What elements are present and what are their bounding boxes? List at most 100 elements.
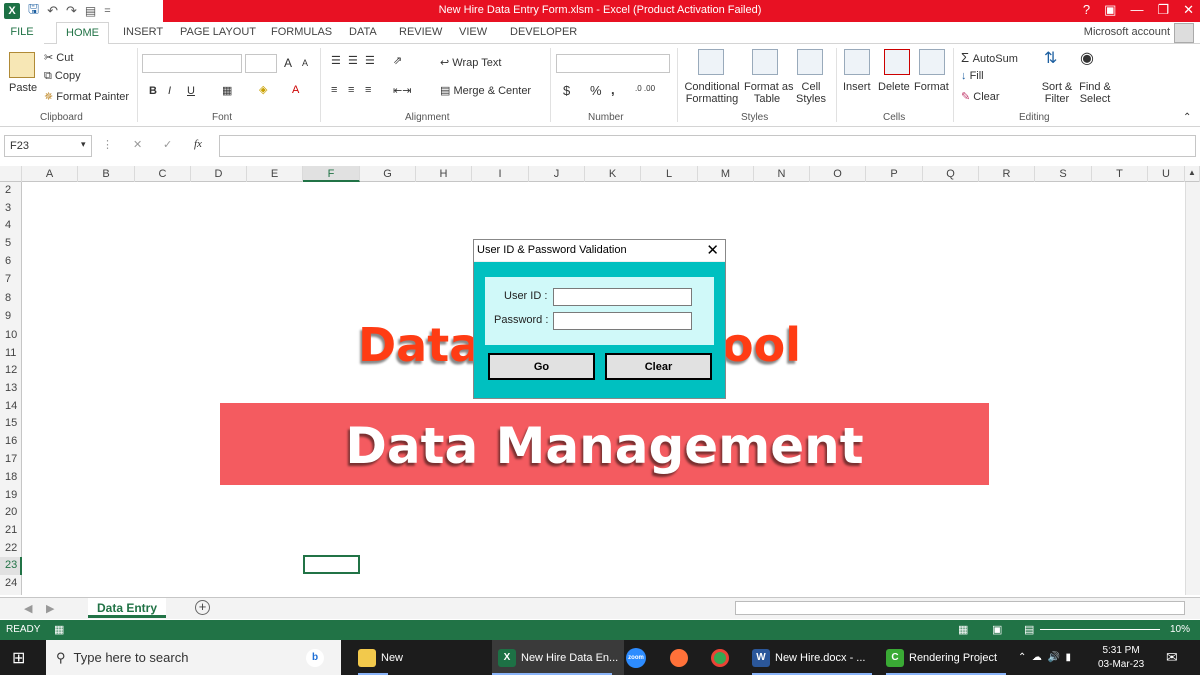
row-header[interactable]: 2 <box>0 184 22 196</box>
comma-button[interactable]: , <box>611 82 615 97</box>
row-header[interactable]: 10 <box>0 329 22 341</box>
prev-sheet-icon[interactable]: ◀ <box>24 602 32 615</box>
page-layout-view-icon[interactable]: ▣ <box>992 623 1002 636</box>
number-format-combo[interactable] <box>556 54 670 73</box>
clock[interactable]: 5:31 PM 03-Mar-23 <box>1098 640 1144 675</box>
row-header[interactable]: 8 <box>0 292 22 304</box>
autosum-button[interactable]: Σ AutoSum <box>961 50 1018 65</box>
column-header[interactable]: D <box>191 166 247 182</box>
tab-insert[interactable]: INSERT <box>123 26 163 38</box>
row-header[interactable]: 13 <box>0 382 22 394</box>
next-sheet-icon[interactable]: ▶ <box>46 602 54 615</box>
column-header[interactable]: E <box>247 166 303 182</box>
tab-developer[interactable]: DEVELOPER <box>510 26 577 38</box>
column-header[interactable]: N <box>754 166 810 182</box>
column-header[interactable]: J <box>529 166 585 182</box>
shrink-font-button[interactable]: A <box>302 58 308 68</box>
column-header[interactable]: U <box>1148 166 1185 182</box>
column-header[interactable]: R <box>979 166 1035 182</box>
windows-start-icon[interactable]: ⊞ <box>12 640 25 675</box>
row-header[interactable]: 16 <box>0 435 22 447</box>
align-top-icon[interactable]: ☰ <box>331 54 341 67</box>
format-painter-button[interactable]: ✵ Format Painter <box>44 90 129 103</box>
row-header[interactable]: 20 <box>0 506 22 518</box>
row-header[interactable]: 22 <box>0 542 22 554</box>
zoom-slider[interactable] <box>1040 629 1160 630</box>
row-header[interactable]: 15 <box>0 417 22 429</box>
scroll-up-icon[interactable]: ▲ <box>1185 166 1200 182</box>
go-button[interactable]: Go <box>488 353 595 380</box>
collapse-ribbon-icon[interactable]: ⌃ <box>1183 112 1191 123</box>
tab-page-layout[interactable]: PAGE LAYOUT <box>180 26 256 38</box>
bing-icon[interactable]: b <box>306 640 329 675</box>
fill-color-icon[interactable]: ◈ <box>259 83 267 96</box>
clear-dialog-button[interactable]: Clear <box>605 353 712 380</box>
align-right-icon[interactable]: ≡ <box>365 84 371 96</box>
row-header[interactable]: 21 <box>0 524 22 536</box>
avatar[interactable] <box>1174 23 1194 43</box>
chrome-icon[interactable] <box>711 640 734 675</box>
cell-styles-button[interactable]: Cell Styles <box>793 81 829 105</box>
wrap-text-button[interactable]: ↩ Wrap Text <box>440 56 501 69</box>
column-header[interactable]: O <box>810 166 866 182</box>
fill-button[interactable]: ↓ Fill <box>961 70 984 82</box>
find-select-button[interactable]: Find & Select <box>1076 81 1114 105</box>
tab-review[interactable]: REVIEW <box>399 26 442 38</box>
row-header[interactable]: 12 <box>0 364 22 376</box>
column-header[interactable]: L <box>641 166 698 182</box>
indent-icon[interactable]: ⇤⇥ <box>393 84 411 97</box>
column-header[interactable]: G <box>360 166 416 182</box>
user-id-input[interactable] <box>553 288 692 306</box>
font-color-button[interactable]: A <box>292 84 299 96</box>
column-header[interactable]: Q <box>923 166 979 182</box>
macro-record-icon[interactable]: ▦ <box>54 623 64 636</box>
align-middle-icon[interactable]: ☰ <box>348 54 358 67</box>
copy-button[interactable]: ⧉ Copy <box>44 70 81 83</box>
percent-button[interactable]: % <box>590 83 602 98</box>
taskbar-app-new[interactable]: New <box>358 640 403 675</box>
column-header[interactable]: H <box>416 166 472 182</box>
selected-cell[interactable] <box>303 555 360 574</box>
cancel-icon[interactable]: ✕ <box>133 138 142 151</box>
tab-view[interactable]: VIEW <box>459 26 487 38</box>
bold-button[interactable]: B <box>149 85 157 97</box>
align-center-icon[interactable]: ≡ <box>348 84 354 96</box>
add-sheet-icon[interactable]: + <box>195 600 210 615</box>
row-header[interactable]: 5 <box>0 237 22 249</box>
cut-button[interactable]: ✂ Cut <box>44 51 73 64</box>
borders-icon[interactable]: ▦ <box>222 84 232 97</box>
font-size-combo[interactable] <box>245 54 277 73</box>
row-header[interactable]: 24 <box>0 577 22 589</box>
zoom-level[interactable]: 10% <box>1170 624 1190 635</box>
insert-cells-button[interactable]: Insert <box>843 81 871 93</box>
row-header[interactable]: 18 <box>0 471 22 483</box>
increase-decimal-button[interactable]: .0 .00 <box>635 84 655 93</box>
grow-font-button[interactable]: A <box>284 56 292 70</box>
column-header[interactable]: C <box>135 166 191 182</box>
restore-icon[interactable]: ❐ <box>1157 2 1169 18</box>
help-icon[interactable]: ? <box>1083 2 1090 18</box>
column-header[interactable]: T <box>1092 166 1148 182</box>
font-name-combo[interactable] <box>142 54 242 73</box>
orientation-icon[interactable]: ⇗ <box>393 54 402 67</box>
vertical-scrollbar[interactable] <box>1185 182 1200 595</box>
ribbon-display-icon[interactable]: ▣ <box>1104 2 1116 18</box>
taskbar-app-word[interactable]: W New Hire.docx - ... <box>752 640 865 675</box>
fx-icon[interactable]: fx <box>194 138 202 150</box>
column-header[interactable]: I <box>472 166 529 182</box>
row-header[interactable]: 6 <box>0 255 22 267</box>
name-box[interactable]: F23 <box>4 135 92 157</box>
row-header[interactable]: 17 <box>0 453 22 465</box>
paste-button[interactable]: Paste <box>9 82 37 94</box>
row-header[interactable]: 14 <box>0 400 22 412</box>
tab-file[interactable]: FILE <box>0 22 44 44</box>
taskbar-app-camtasia[interactable]: C Rendering Project <box>886 640 997 675</box>
paste-icon[interactable] <box>9 52 35 78</box>
normal-view-icon[interactable]: ▦ <box>958 623 968 636</box>
tab-home[interactable]: HOME <box>56 22 109 45</box>
row-header[interactable]: 3 <box>0 202 22 214</box>
name-box-dropdown-icon[interactable]: ▾ <box>81 139 86 150</box>
sheet-tab-data-entry[interactable]: Data Entry <box>88 598 166 618</box>
row-header[interactable]: 19 <box>0 489 22 501</box>
tab-formulas[interactable]: FORMULAS <box>271 26 332 38</box>
